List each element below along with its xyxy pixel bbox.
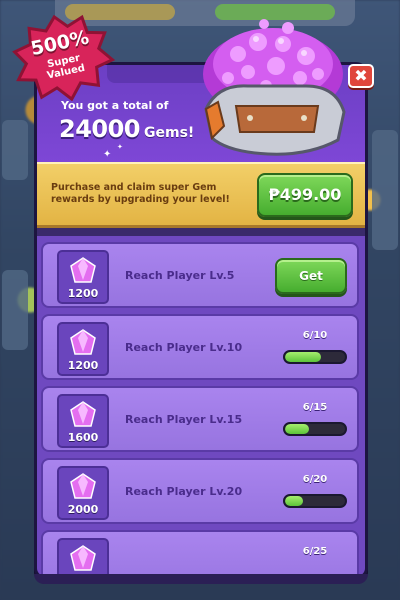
progress-text: 6/15 xyxy=(302,402,328,413)
reward-title: Reach Player Lv.15 xyxy=(125,413,243,426)
reward-row: 2000 Reach Player Lv.20 6/20 xyxy=(41,458,359,524)
gem-reward-tile: 2000 xyxy=(57,466,109,520)
close-button[interactable]: ✖ xyxy=(348,64,374,88)
gem-icon xyxy=(70,401,96,427)
purchase-description: Purchase and claim super Gem rewards by … xyxy=(51,182,230,205)
gem-reward-tile xyxy=(57,538,109,576)
total-label: You got a total of xyxy=(61,99,169,112)
progress-fill xyxy=(285,352,321,362)
reward-title: Reach Player Lv.10 xyxy=(125,341,243,354)
get-button[interactable]: Get xyxy=(275,258,347,294)
background-side-button xyxy=(2,120,28,180)
gem-reward-tile: 1200 xyxy=(57,322,109,376)
reward-row: 6/25 xyxy=(41,530,359,576)
background-side-button xyxy=(372,130,398,250)
gem-quantity: 1200 xyxy=(67,359,99,372)
total-unit: Gems! xyxy=(144,125,195,141)
sparkle-icon: ✦ xyxy=(117,143,123,151)
gem-quantity: 1200 xyxy=(67,287,99,300)
gem-icon xyxy=(70,329,96,355)
total-amount: 24000 xyxy=(59,115,141,143)
reward-list[interactable]: 1200 Reach Player Lv.5 Get 1200 Reach Pl… xyxy=(37,236,365,576)
gem-quantity: 2000 xyxy=(67,503,99,516)
purchase-price-button[interactable]: ₱499.00 xyxy=(257,173,353,217)
reward-row: 1200 Reach Player Lv.5 Get xyxy=(41,242,359,308)
progress-text: 6/25 xyxy=(302,546,328,557)
total-amount-row: 24000 Gems! xyxy=(59,115,194,143)
reward-row: 1600 Reach Player Lv.15 6/15 xyxy=(41,386,359,452)
background-side-button xyxy=(2,270,28,350)
progress-fill xyxy=(285,496,303,506)
gem-reward-tile: 1200 xyxy=(57,250,109,304)
gem-quantity: 1600 xyxy=(67,431,99,444)
reward-title: Reach Player Lv.20 xyxy=(125,485,243,498)
reward-title: Reach Player Lv.5 xyxy=(125,269,235,282)
progress-text: 6/20 xyxy=(302,474,328,485)
gem-icon xyxy=(70,257,96,283)
purchase-banner: Purchase and claim super Gem rewards by … xyxy=(37,162,365,228)
gem-pile-icon xyxy=(203,19,346,156)
progress-fill xyxy=(285,424,309,434)
sparkle-icon: ✦ xyxy=(103,149,112,160)
progress-bar xyxy=(283,350,347,364)
progress-bar xyxy=(283,494,347,508)
gem-icon xyxy=(70,545,96,571)
gem-icon xyxy=(70,473,96,499)
progress-text: 6/10 xyxy=(302,330,328,341)
modal-bottom-edge xyxy=(34,574,368,584)
progress-bar xyxy=(283,422,347,436)
reward-row: 1200 Reach Player Lv.10 6/10 xyxy=(41,314,359,380)
gem-reward-tile: 1600 xyxy=(57,394,109,448)
